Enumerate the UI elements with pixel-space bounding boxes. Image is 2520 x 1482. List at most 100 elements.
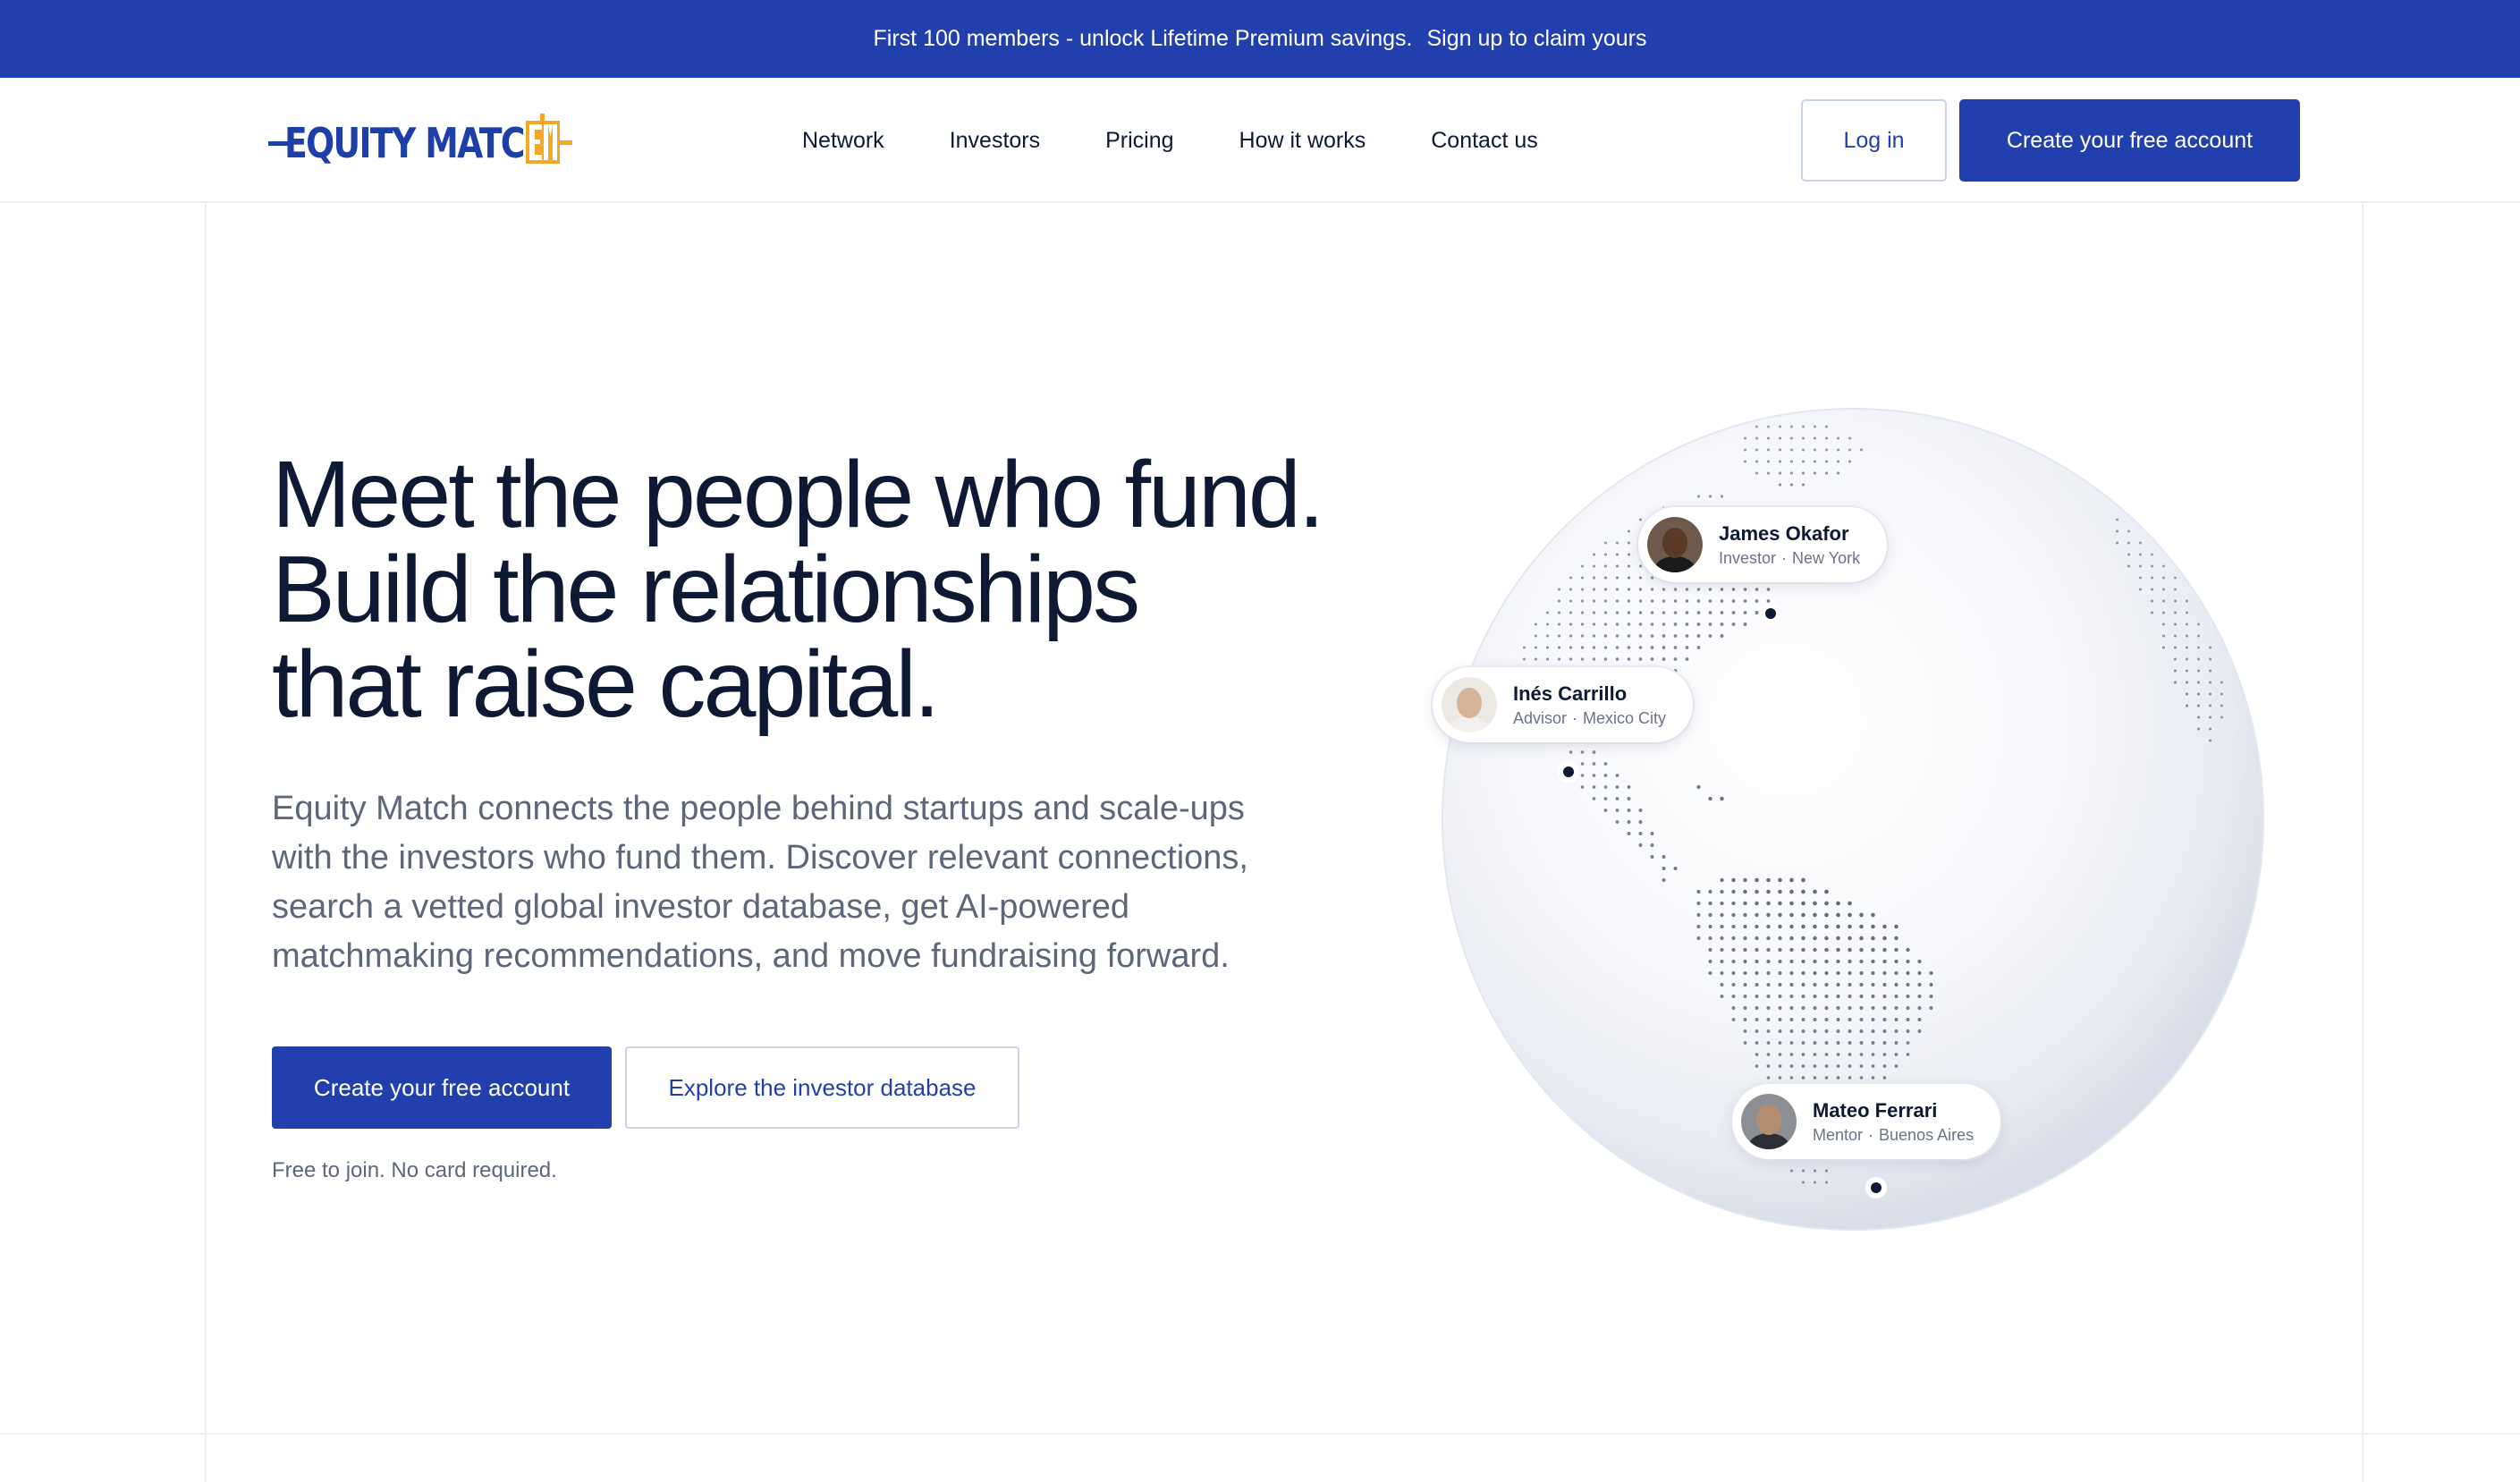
- globe-land-dot: [1859, 1076, 1864, 1080]
- globe-land-dot: [1708, 588, 1712, 591]
- globe-land-dot: [1673, 588, 1678, 591]
- person-card-mateo-ferrari[interactable]: Mateo Ferrari Mentor · Buenos Aires: [1732, 1084, 2001, 1159]
- globe-land-dot: [1615, 634, 1619, 638]
- promo-signup-link[interactable]: Sign up to claim yours: [1427, 26, 1647, 52]
- globe-land-dot: [1824, 936, 1829, 941]
- globe-land-dot: [2161, 646, 2166, 649]
- globe-land-dot: [1894, 1029, 1898, 1033]
- globe-land-dot: [1545, 611, 1550, 614]
- globe-land-dot: [1813, 460, 1817, 463]
- globe-land-dot: [1673, 657, 1678, 661]
- globe-land-dot: [1824, 947, 1829, 953]
- globe-land-dot: [1779, 448, 1781, 452]
- globe-land-dot: [1848, 1005, 1852, 1011]
- hero-title-line: Meet the people who fund.: [272, 442, 1324, 547]
- globe-land-dot: [1650, 843, 1654, 848]
- globe-land-dot: [1778, 889, 1782, 894]
- globe-land-dot: [1859, 1053, 1864, 1056]
- globe-land-dot: [2139, 553, 2142, 556]
- globe-land-dot: [1708, 622, 1712, 626]
- globe-land-dot: [1929, 982, 1933, 987]
- globe-land-dot: [1557, 634, 1561, 638]
- globe-land-dot: [1766, 970, 1771, 976]
- globe-land-dot: [1848, 924, 1852, 929]
- globe-land-dot: [1627, 646, 1631, 649]
- globe-land-dot: [1569, 646, 1573, 649]
- login-button[interactable]: Log in: [1801, 99, 1947, 182]
- globe-land-dot: [1755, 1006, 1759, 1010]
- globe-land-dot: [1603, 622, 1608, 626]
- hero-create-account-button[interactable]: Create your free account: [272, 1046, 612, 1129]
- globe-land-dot: [1569, 750, 1573, 754]
- globe-land-dot: [1906, 1053, 1910, 1056]
- globe-land-dot: [1789, 1053, 1794, 1056]
- globe-land-dot: [1708, 599, 1712, 603]
- person-name: James Okafor: [1719, 521, 1849, 545]
- globe-land-dot: [1638, 599, 1643, 603]
- globe-land-dot: [1580, 750, 1585, 754]
- globe-land-dot: [1813, 889, 1817, 894]
- person-card-ines-carrillo[interactable]: Inés Carrillo Advisor · Mexico City: [1433, 667, 1694, 742]
- globe-land-dot: [1720, 634, 1724, 638]
- globe-land-dot: [1767, 425, 1770, 428]
- globe-land-dot: [1755, 611, 1759, 614]
- globe-land-dot: [1789, 1041, 1794, 1045]
- person-role: Investor: [1719, 548, 1777, 567]
- person-card-james-okafor[interactable]: James Okafor Investor · New York: [1638, 507, 1888, 582]
- nav-pricing[interactable]: Pricing: [1105, 128, 1173, 154]
- globe-land-dot: [1801, 877, 1805, 883]
- globe-land-dot: [2161, 622, 2166, 626]
- globe-land-dot: [1627, 634, 1631, 638]
- globe-land-dot: [1662, 854, 1666, 860]
- globe-land-dot: [1557, 646, 1561, 649]
- globe-land-dot: [1685, 622, 1689, 626]
- globe-land-dot: [1615, 564, 1619, 568]
- nav-network[interactable]: Network: [802, 128, 884, 154]
- globe-land-dot: [1767, 436, 1770, 440]
- globe-land-dot: [1766, 901, 1771, 906]
- globe-land-dot: [1580, 762, 1585, 766]
- nav-contact-us[interactable]: Contact us: [1431, 128, 1538, 154]
- globe-land-dot: [1720, 495, 1724, 498]
- nav-how-it-works[interactable]: How it works: [1239, 128, 1366, 154]
- globe-land-dot: [1592, 611, 1596, 614]
- globe-land-dot: [1580, 785, 1585, 789]
- logo[interactable]: EQUITY MATCH: [268, 114, 609, 173]
- globe-land-dot: [1789, 901, 1794, 906]
- globe-land-dot: [1894, 1005, 1898, 1011]
- globe-land-dot: [1802, 425, 1805, 428]
- globe-land-dot: [1627, 785, 1631, 789]
- globe-land-dot: [2196, 727, 2201, 731]
- globe-land-dot: [1882, 982, 1887, 987]
- globe-land-dot: [2173, 646, 2178, 649]
- globe-land-dot: [2127, 541, 2130, 545]
- globe-land-dot: [1708, 901, 1712, 906]
- globe-land-dot: [1882, 1041, 1887, 1045]
- globe-land-dot: [1615, 774, 1619, 777]
- nav-investors[interactable]: Investors: [950, 128, 1040, 154]
- globe-land-dot: [1836, 1041, 1840, 1045]
- globe-land-dot: [1836, 959, 1840, 964]
- globe-land-dot: [1824, 1017, 1829, 1022]
- globe-land-dot: [1778, 947, 1782, 953]
- globe-land-dot: [1720, 901, 1724, 906]
- globe-land-dot: [2151, 564, 2153, 568]
- globe-land-dot: [1615, 622, 1619, 626]
- explore-investor-database-button[interactable]: Explore the investor database: [625, 1046, 1019, 1129]
- globe-land-dot: [1557, 657, 1561, 661]
- globe-land-dot: [1696, 784, 1701, 790]
- globe-land-dot: [2209, 646, 2211, 649]
- header-create-account-button[interactable]: Create your free account: [1959, 99, 2300, 182]
- globe-land-dot: [2150, 599, 2154, 603]
- globe-land-dot: [2208, 716, 2212, 719]
- globe-land-dot: [1743, 588, 1747, 591]
- globe-land-dot: [1580, 599, 1585, 603]
- globe-land-dot: [1755, 1018, 1759, 1021]
- globe-land-dot: [2127, 564, 2131, 568]
- globe-land-dot: [1766, 1006, 1771, 1010]
- globe-land-dot: [1859, 1064, 1864, 1068]
- globe-land-dot: [1685, 646, 1689, 649]
- globe-land-dot: [1824, 982, 1829, 987]
- globe-land-dot: [2196, 692, 2201, 696]
- globe-land-dot: [1766, 1029, 1771, 1033]
